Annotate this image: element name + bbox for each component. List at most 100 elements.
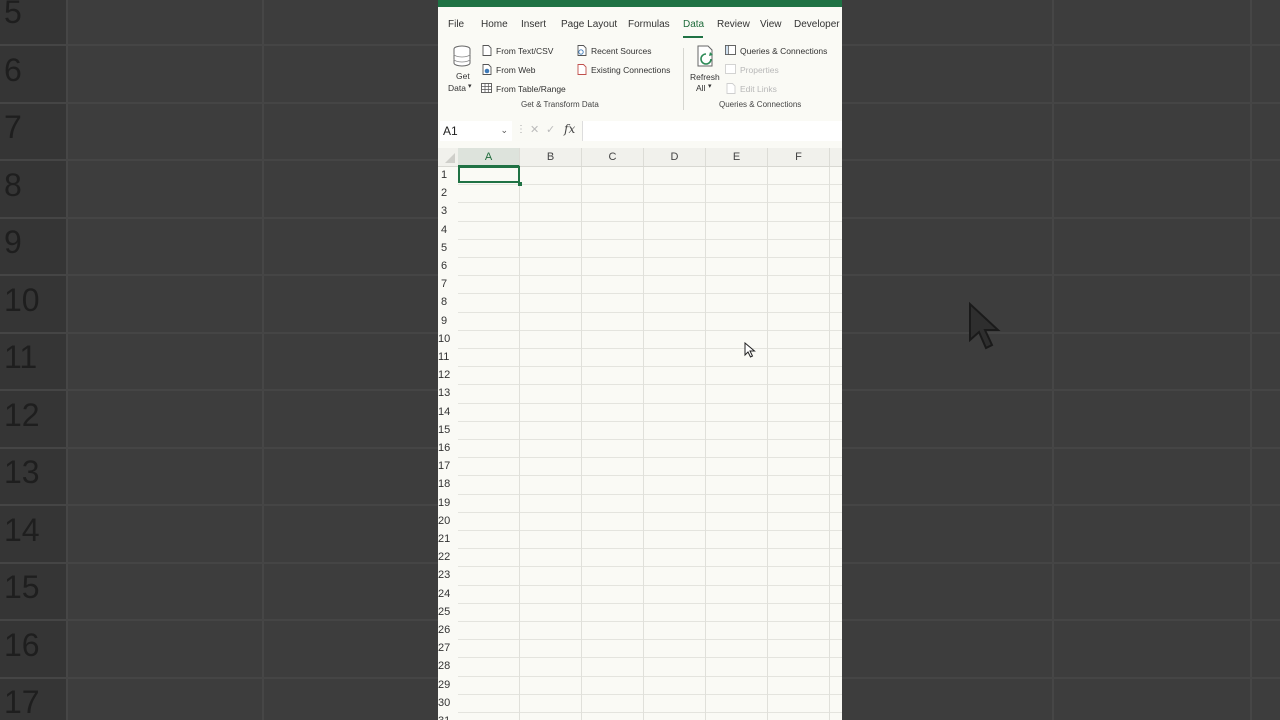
row-header-18[interactable]: 18 [438, 478, 457, 490]
row-header-12[interactable]: 12 [438, 369, 457, 381]
row-header-16[interactable]: 16 [438, 442, 457, 454]
queries-connections-label: Queries & Connections [740, 46, 828, 56]
row-header-7[interactable]: 7 [438, 278, 460, 290]
row-header-21[interactable]: 21 [438, 533, 457, 545]
name-box[interactable]: A1 ⌄ [440, 121, 512, 141]
row-header-23[interactable]: 23 [438, 569, 457, 581]
column-header-f[interactable]: F [768, 148, 830, 166]
get-data-label-2: Data [448, 83, 466, 93]
row-header-15[interactable]: 15 [438, 424, 457, 436]
row-header-6[interactable]: 6 [438, 260, 460, 272]
column-header-e[interactable]: E [706, 148, 768, 166]
insert-function-icon[interactable]: fx [564, 122, 575, 136]
row-header-10[interactable]: 10 [438, 333, 457, 345]
row-header-5[interactable]: 5 [438, 242, 460, 254]
formula-bar: A1 ⌄ ⋮ ✕ ✓ fx [438, 118, 842, 144]
row-header-22[interactable]: 22 [438, 551, 457, 563]
row-header-11[interactable]: 11 [438, 351, 457, 363]
row-gridline [458, 566, 842, 568]
excel-window: File Home Insert Page Layout Formulas Da… [438, 0, 842, 720]
row-header-31[interactable]: 31 [438, 715, 457, 720]
row-gridline [458, 493, 842, 495]
column-gridline [829, 167, 830, 720]
background-row-number: 14 [4, 511, 40, 548]
background-column-line [1052, 0, 1054, 720]
column-header-c[interactable]: C [582, 148, 644, 166]
row-gridline [458, 602, 842, 604]
row-header-29[interactable]: 29 [438, 679, 457, 691]
row-header-9[interactable]: 9 [438, 315, 460, 327]
tab-page-layout[interactable]: Page Layout [561, 19, 617, 30]
row-gridline [458, 275, 842, 277]
row-header-8[interactable]: 8 [438, 296, 460, 308]
fill-handle[interactable] [518, 182, 522, 186]
more-options-icon[interactable]: ⋮ [516, 124, 526, 135]
select-all-corner[interactable] [438, 148, 458, 166]
background-row-number: 11 [4, 339, 38, 375]
row-header-30[interactable]: 30 [438, 697, 457, 709]
row-header-4[interactable]: 4 [438, 224, 460, 236]
row-header-19[interactable]: 19 [438, 497, 457, 509]
tab-home[interactable]: Home [481, 19, 508, 30]
column-gridline [767, 167, 768, 720]
background-row-number: 8 [4, 166, 22, 203]
from-web-label: From Web [496, 65, 536, 75]
database-icon [453, 45, 471, 67]
row-header-17[interactable]: 17 [438, 460, 457, 472]
tab-view[interactable]: View [760, 19, 782, 30]
row-gridline [458, 475, 842, 477]
row-gridline [458, 311, 842, 313]
existing-connections-label: Existing Connections [591, 65, 671, 75]
row-header-27[interactable]: 27 [438, 642, 457, 654]
tab-developer[interactable]: Developer [794, 19, 840, 30]
row-gridline [458, 584, 842, 586]
active-tab-indicator [683, 36, 703, 38]
edit-links-icon [726, 83, 736, 94]
row-gridline [458, 693, 842, 695]
row-gridline [458, 457, 842, 459]
row-header-20[interactable]: 20 [438, 515, 457, 527]
background-row-number: 10 [4, 281, 40, 318]
row-header-2[interactable]: 2 [438, 187, 460, 199]
chevron-down-icon[interactable]: ⌄ [500, 125, 508, 136]
group-label-queries: Queries & Connections [719, 100, 802, 109]
row-header-1[interactable]: 1 [438, 169, 460, 181]
column-header-b[interactable]: B [520, 148, 582, 166]
background-row-number: 16 [4, 626, 40, 663]
column-gridline [705, 167, 706, 720]
row-gridline [458, 439, 842, 440]
row-header-24[interactable]: 24 [438, 588, 457, 600]
row-gridline [458, 420, 842, 422]
formula-input[interactable] [582, 121, 842, 141]
row-header-28[interactable]: 28 [438, 660, 457, 672]
background-column-line [262, 0, 264, 720]
ribbon-tabs: File Home Insert Page Layout Formulas Da… [438, 19, 842, 39]
row-gridline [458, 530, 842, 531]
cell-area[interactable] [458, 166, 842, 720]
cancel-icon[interactable]: ✕ [530, 123, 539, 136]
background-row-number: 9 [4, 224, 22, 260]
existing-connections-icon [577, 64, 587, 75]
row-header-13[interactable]: 13 [438, 387, 457, 399]
background-column-line [1250, 0, 1252, 720]
refresh-icon [697, 45, 713, 67]
column-header-d[interactable]: D [644, 148, 706, 166]
row-gridline [458, 548, 842, 550]
tab-formulas[interactable]: Formulas [628, 19, 670, 30]
tab-insert[interactable]: Insert [521, 19, 546, 30]
row-header-14[interactable]: 14 [438, 406, 457, 418]
row-header-26[interactable]: 26 [438, 624, 457, 636]
column-header-a[interactable]: A [458, 148, 520, 167]
row-gridline [458, 202, 842, 204]
tab-data[interactable]: Data [683, 19, 704, 30]
mouse-cursor-icon [744, 342, 756, 358]
ribbon: Get Data ▾ From Text/CSV From Web From T… [438, 40, 842, 114]
row-gridline [458, 366, 842, 368]
title-bar [438, 0, 842, 7]
tab-review[interactable]: Review [717, 19, 750, 30]
active-cell-a1[interactable] [458, 166, 520, 183]
tab-file[interactable]: File [448, 19, 464, 30]
enter-icon[interactable]: ✓ [546, 123, 555, 136]
row-header-25[interactable]: 25 [438, 606, 457, 618]
row-header-3[interactable]: 3 [438, 205, 460, 217]
